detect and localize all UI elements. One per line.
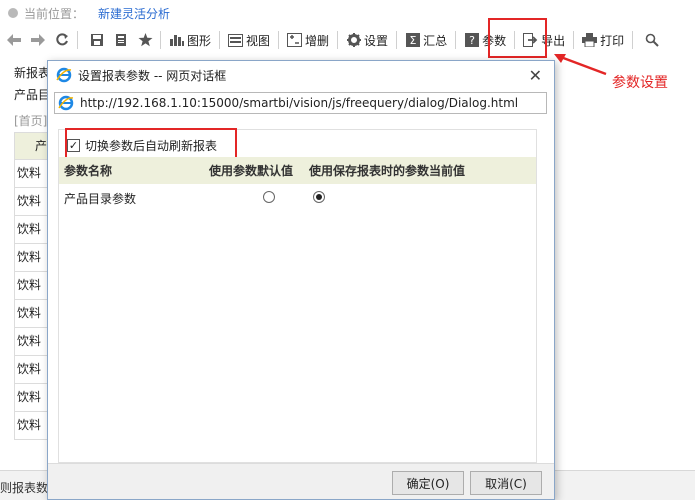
bar-chart-icon xyxy=(169,33,184,48)
toolbar-divider xyxy=(632,31,634,49)
print-button[interactable]: 打印 xyxy=(579,28,627,52)
gear-icon xyxy=(346,33,361,48)
print-button-label: 打印 xyxy=(600,33,625,48)
svg-text:Σ: Σ xyxy=(409,34,416,47)
toolbar-divider xyxy=(573,31,575,49)
toolbar-divider xyxy=(337,31,339,49)
cancel-button[interactable]: 取消(C) xyxy=(470,471,542,495)
close-icon[interactable]: ✕ xyxy=(529,66,542,85)
toolbar-divider xyxy=(219,31,221,49)
view-icon xyxy=(228,33,244,48)
pager-first[interactable]: [首页] xyxy=(14,112,47,129)
status-text: 则报表数 xyxy=(0,481,49,495)
ie-icon xyxy=(56,67,72,83)
toolbar-divider xyxy=(278,31,280,49)
breadcrumb-label: 当前位置： xyxy=(24,6,85,21)
dialog-title: 设置报表参数 -- 网页对话框 xyxy=(78,68,227,83)
favorite-star-icon[interactable] xyxy=(135,30,155,50)
settings-button-label: 设置 xyxy=(364,33,389,48)
annotation-arrow-icon xyxy=(554,54,607,76)
printer-icon xyxy=(582,33,598,48)
breadcrumb-current[interactable]: 新建灵活分析 xyxy=(98,5,170,22)
url-bar[interactable]: http://192.168.1.10:15000/smartbi/vision… xyxy=(54,92,547,114)
add-remove-button-label: 增删 xyxy=(305,33,330,48)
url-text: http://192.168.1.10:15000/smartbi/vision… xyxy=(80,96,519,110)
column-header: 参数名称 xyxy=(64,164,113,178)
dialog-button-bar: 确定(O) 取消(C) xyxy=(48,463,554,499)
forward-arrow-icon[interactable] xyxy=(28,30,48,50)
question-icon: ? xyxy=(464,33,479,48)
ie-icon xyxy=(58,95,74,111)
save-as-icon[interactable] xyxy=(111,30,131,50)
sigma-icon: Σ xyxy=(405,33,420,48)
add-remove-icon xyxy=(287,33,303,48)
report-title: 新报表 xyxy=(14,66,51,80)
parameter-label: 产品目 xyxy=(14,88,51,102)
add-remove-button[interactable]: 增删 xyxy=(284,28,332,52)
breadcrumb: 当前位置： 新建灵活分析 xyxy=(0,0,695,26)
toolbar-divider xyxy=(396,31,398,49)
parameters-highlight-box xyxy=(488,18,547,58)
toolbar-divider xyxy=(455,31,457,49)
auto-refresh-option[interactable]: ✓ 切换参数后自动刷新报表 xyxy=(65,128,237,164)
search-icon[interactable] xyxy=(642,30,662,50)
view-button[interactable]: 视图 xyxy=(225,28,273,52)
summary-button-label: 汇总 xyxy=(423,33,448,48)
summary-button[interactable]: Σ 汇总 xyxy=(402,28,450,52)
dialog-content: ✓ 切换参数后自动刷新报表 参数名称 使用参数默认值 使用保存报表时的参数当前值… xyxy=(58,128,537,463)
parameter-dialog: 设置报表参数 -- 网页对话框 ✕ http://192.168.1.10:15… xyxy=(47,60,555,500)
refresh-icon[interactable] xyxy=(52,30,72,50)
column-header: 使用保存报表时的参数当前值 xyxy=(309,164,466,178)
table-row: 产品目录参数 xyxy=(59,186,536,210)
chart-button-label: 图形 xyxy=(187,33,212,48)
back-arrow-icon[interactable] xyxy=(4,30,24,50)
use-default-radio[interactable] xyxy=(263,190,275,203)
annotation-label: 参数设置 xyxy=(612,75,668,91)
column-header: 使用参数默认值 xyxy=(209,164,294,178)
toolbar: 图形 视图 增删 设置 Σ 汇总 ? 参数 导出 打印 xyxy=(0,26,695,54)
ok-button[interactable]: 确定(O) xyxy=(392,471,464,495)
toolbar-divider xyxy=(77,31,78,49)
settings-button[interactable]: 设置 xyxy=(343,28,391,52)
parameter-table-header: 参数名称 使用参数默认值 使用保存报表时的参数当前值 xyxy=(59,157,536,184)
save-icon[interactable] xyxy=(87,30,107,50)
chart-button[interactable]: 图形 xyxy=(166,28,214,52)
parameter-name: 产品目录参数 xyxy=(64,191,137,206)
use-default-cell xyxy=(209,190,309,206)
toolbar-divider xyxy=(160,31,161,49)
svg-text:?: ? xyxy=(469,34,475,47)
use-saved-radio[interactable] xyxy=(313,190,325,203)
dialog-titlebar: 设置报表参数 -- 网页对话框 xyxy=(48,61,554,89)
location-icon xyxy=(8,8,18,18)
use-saved-cell xyxy=(309,190,536,206)
view-button-label: 视图 xyxy=(246,33,271,48)
